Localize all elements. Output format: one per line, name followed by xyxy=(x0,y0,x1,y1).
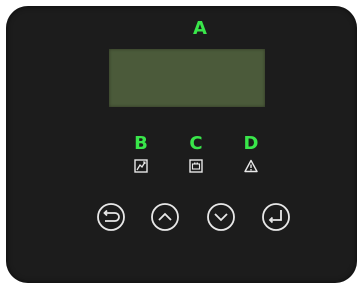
escape-button[interactable] xyxy=(96,202,126,232)
up-button[interactable] xyxy=(150,202,180,232)
label-b: B xyxy=(134,133,148,154)
grid-status-icon xyxy=(134,159,148,173)
label-c: C xyxy=(189,133,203,154)
down-button[interactable] xyxy=(206,202,236,232)
warning-icon xyxy=(244,159,258,173)
label-d: D xyxy=(243,133,259,154)
escape-icon xyxy=(97,203,125,231)
control-panel: A B C D xyxy=(6,6,357,283)
up-icon xyxy=(151,203,179,231)
battery-status-icon xyxy=(189,159,203,173)
down-icon xyxy=(207,203,235,231)
enter-icon xyxy=(262,203,290,231)
lcd-display xyxy=(109,49,265,107)
label-a: A xyxy=(193,18,207,39)
enter-button[interactable] xyxy=(261,202,291,232)
